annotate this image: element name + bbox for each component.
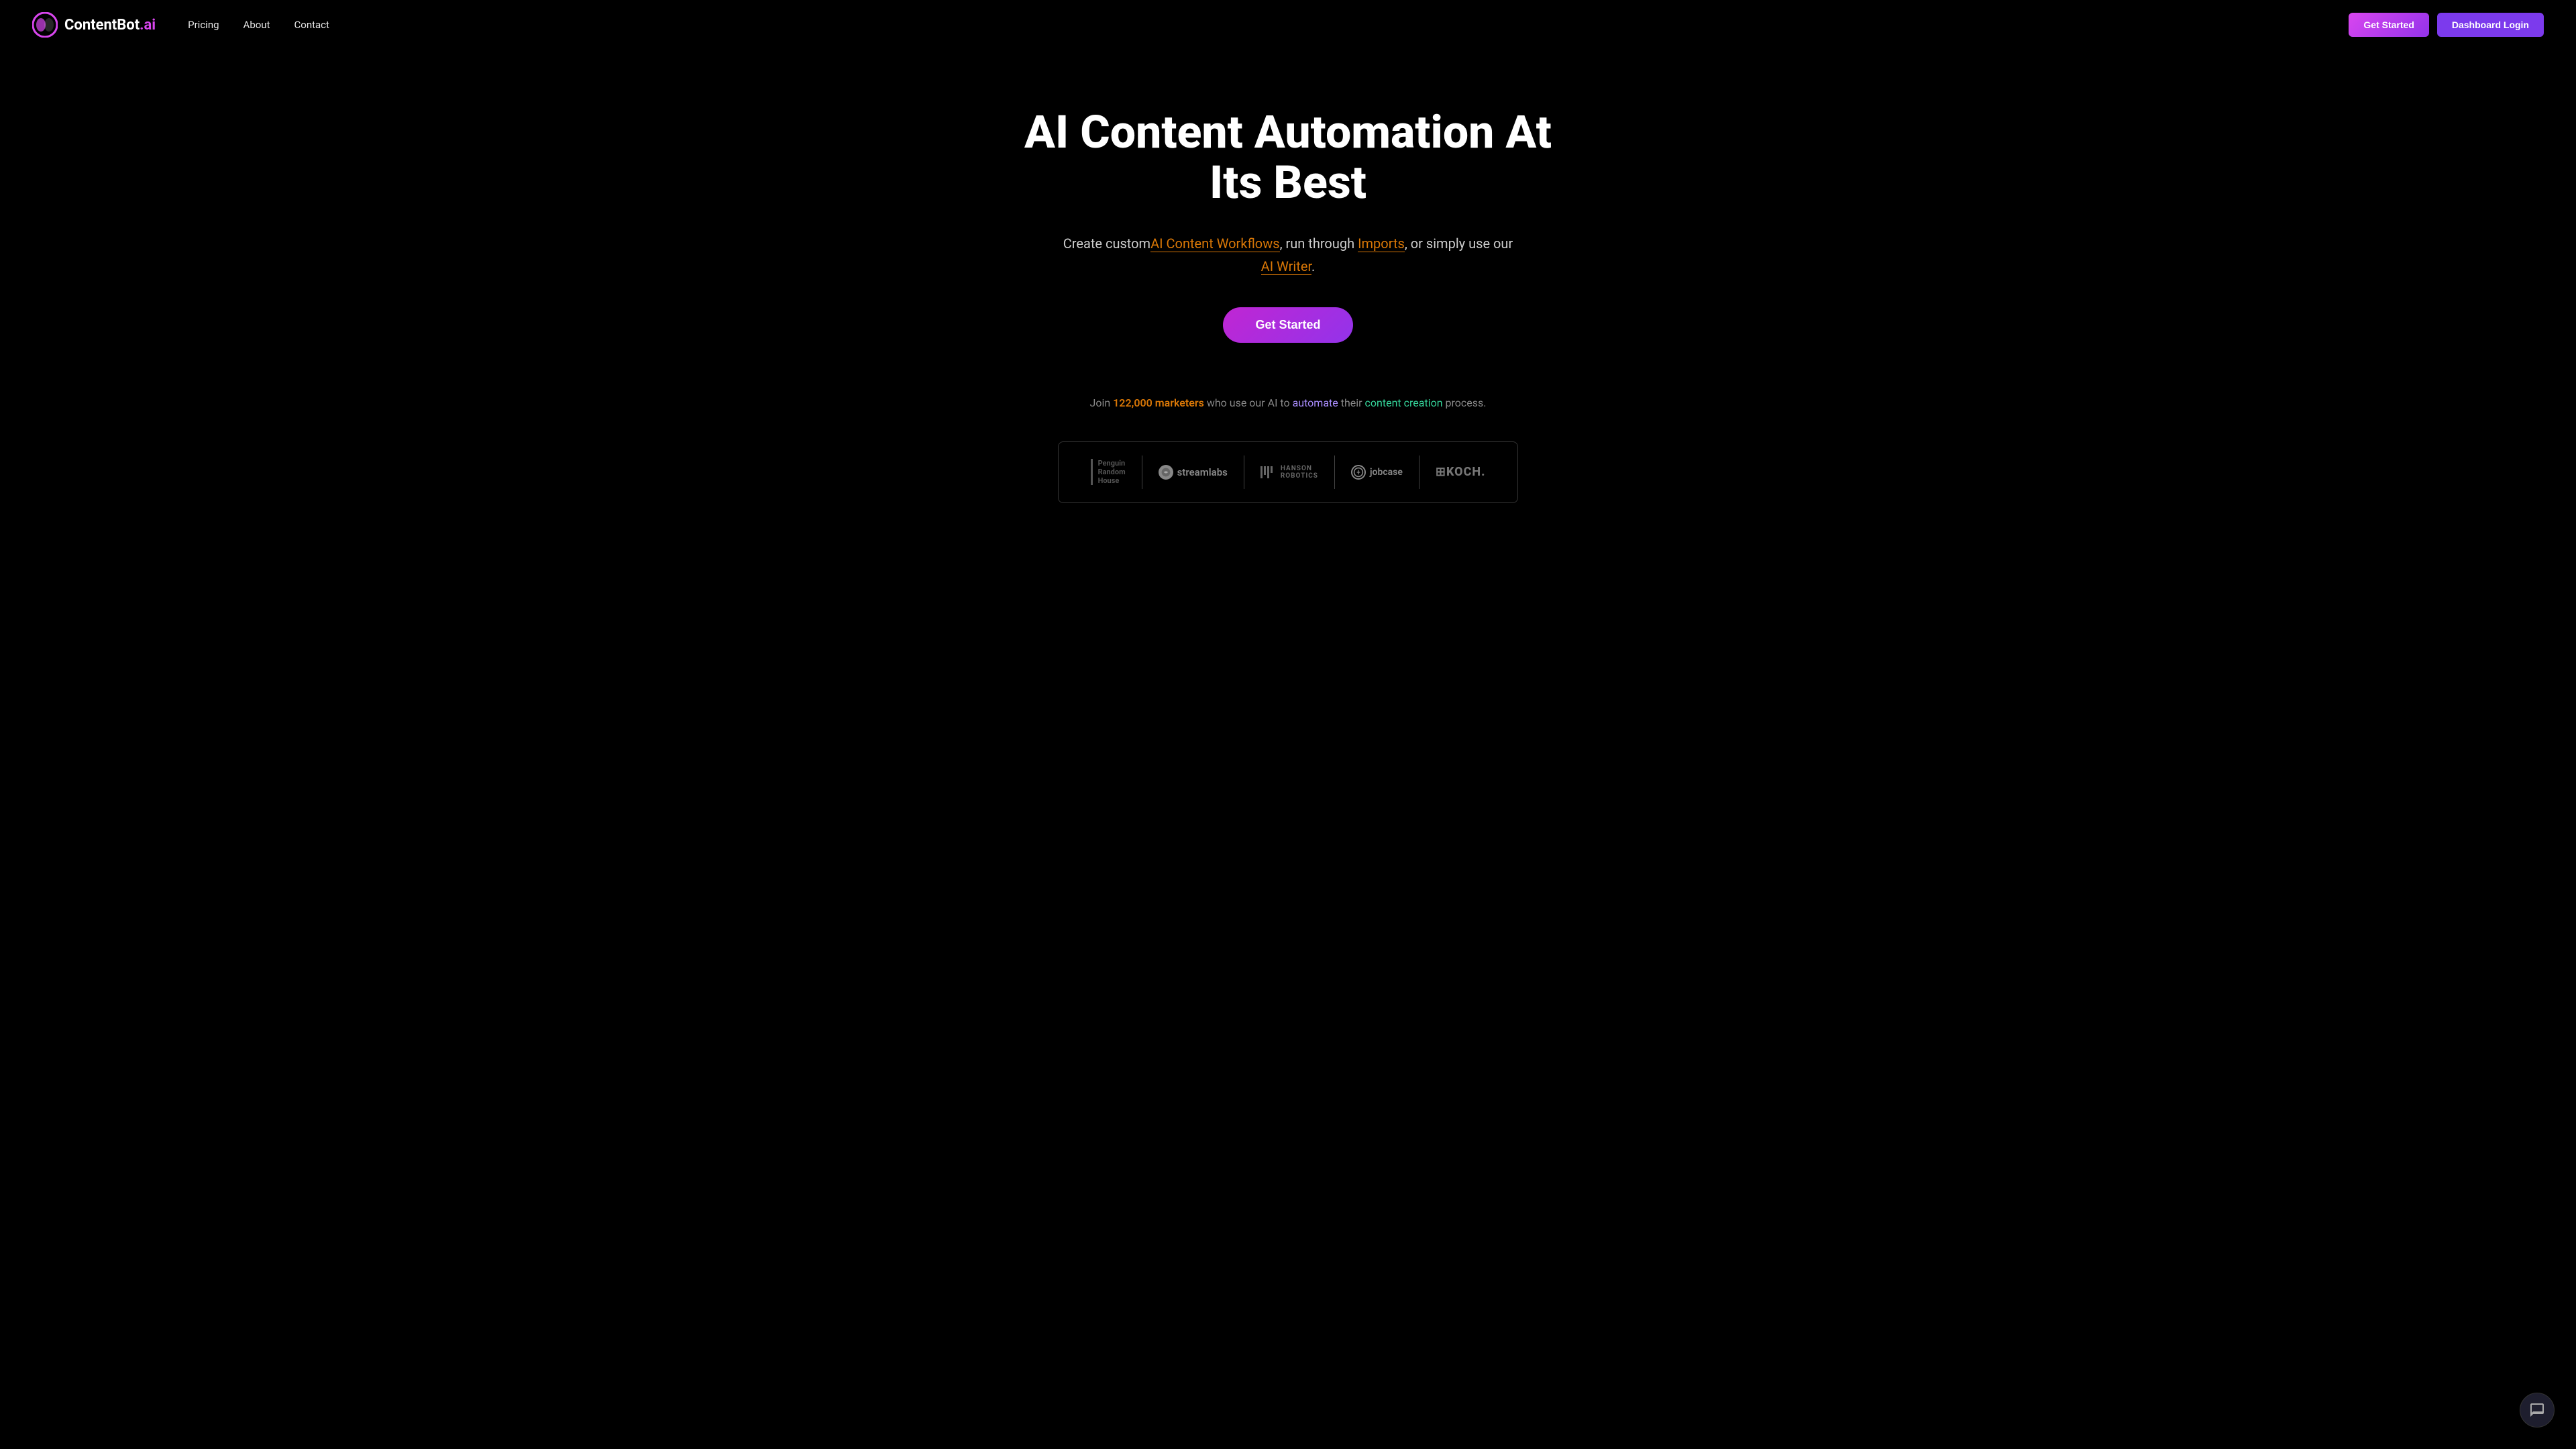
logo-icon (32, 12, 58, 38)
penguin-label: Penguin (1098, 459, 1126, 468)
sp-before: Join (1090, 396, 1114, 409)
hanson-bar-1 (1260, 466, 1263, 478)
navbar: ContentBot.ai Pricing About Contact Get … (0, 0, 2576, 50)
logo-text: ContentBot.ai (64, 17, 156, 34)
hero-section: AI Content Automation At Its Best Create… (0, 0, 2576, 557)
subtitle-text-mid2: , or simply use our (1405, 235, 1513, 252)
jobcase-icon (1351, 465, 1366, 480)
sp-mid: who use our AI to (1204, 396, 1293, 409)
hero-subtitle: Create customAI Content Workflows, run t… (1060, 232, 1516, 278)
subtitle-link-writer[interactable]: AI Writer (1261, 258, 1311, 275)
nav-link-pricing[interactable]: Pricing (188, 19, 219, 31)
nav-left: ContentBot.ai Pricing About Contact (32, 12, 329, 38)
streamlabs-icon (1159, 465, 1173, 480)
penguin-label2: Random (1098, 468, 1126, 476)
logo-penguin: Penguin Random House (1091, 459, 1126, 486)
logo-jobcase: jobcase (1351, 465, 1403, 480)
hanson-bar-2 (1264, 466, 1266, 475)
hanson-icon (1260, 466, 1273, 478)
nav-link-contact[interactable]: Contact (294, 19, 329, 31)
hero-title: AI Content Automation At Its Best (1000, 107, 1576, 208)
sp-marketers: 122,000 marketers (1113, 396, 1204, 409)
hanson-bar-3 (1267, 466, 1269, 478)
chat-icon (2529, 1402, 2545, 1418)
nav-get-started-button[interactable]: Get Started (2349, 13, 2428, 37)
subtitle-text-mid1: , run through (1280, 235, 1355, 252)
subtitle-link-imports[interactable]: Imports (1358, 235, 1405, 252)
streamlabs-label: streamlabs (1177, 466, 1228, 478)
sp-mid2: their (1338, 396, 1365, 409)
logo-hanson: HANSON ROBOTICS (1260, 465, 1318, 480)
penguin-label3: House (1098, 476, 1120, 485)
sp-content-creation: content creation (1365, 396, 1443, 409)
subtitle-text-before: Create custom (1063, 235, 1150, 252)
social-proof-text: Join 122,000 marketers who use our AI to… (1090, 396, 1487, 409)
jobcase-label: jobcase (1370, 467, 1403, 478)
logo[interactable]: ContentBot.ai (32, 12, 156, 38)
koch-label: ⊞KOCH. (1436, 465, 1486, 479)
logo-koch: ⊞KOCH. (1436, 465, 1486, 479)
nav-links: Pricing About Contact (188, 19, 329, 31)
hanson-label2: ROBOTICS (1281, 472, 1318, 480)
hanson-label1: HANSON (1281, 465, 1312, 472)
logo-streamlabs: streamlabs (1159, 465, 1228, 480)
nav-right: Get Started Dashboard Login (2349, 13, 2544, 37)
hanson-bar-4 (1271, 466, 1273, 473)
sp-end: process. (1443, 396, 1487, 409)
hanson-text: HANSON ROBOTICS (1281, 465, 1318, 480)
nav-dashboard-login-button[interactable]: Dashboard Login (2437, 13, 2544, 37)
subtitle-text-end: . (1311, 258, 1315, 274)
logos-section: Penguin Random House streamlabs HANSON R… (1058, 441, 1519, 503)
hero-get-started-button[interactable]: Get Started (1223, 307, 1352, 343)
chat-button[interactable] (2520, 1393, 2555, 1428)
social-proof: Join 122,000 marketers who use our AI to… (1090, 396, 1487, 409)
logo-accent: .ai (140, 17, 156, 34)
subtitle-link-workflows[interactable]: AI Content Workflows (1150, 235, 1280, 252)
sp-automate: automate (1293, 396, 1338, 409)
logo-divider-3 (1334, 455, 1335, 489)
nav-link-about[interactable]: About (244, 19, 270, 31)
